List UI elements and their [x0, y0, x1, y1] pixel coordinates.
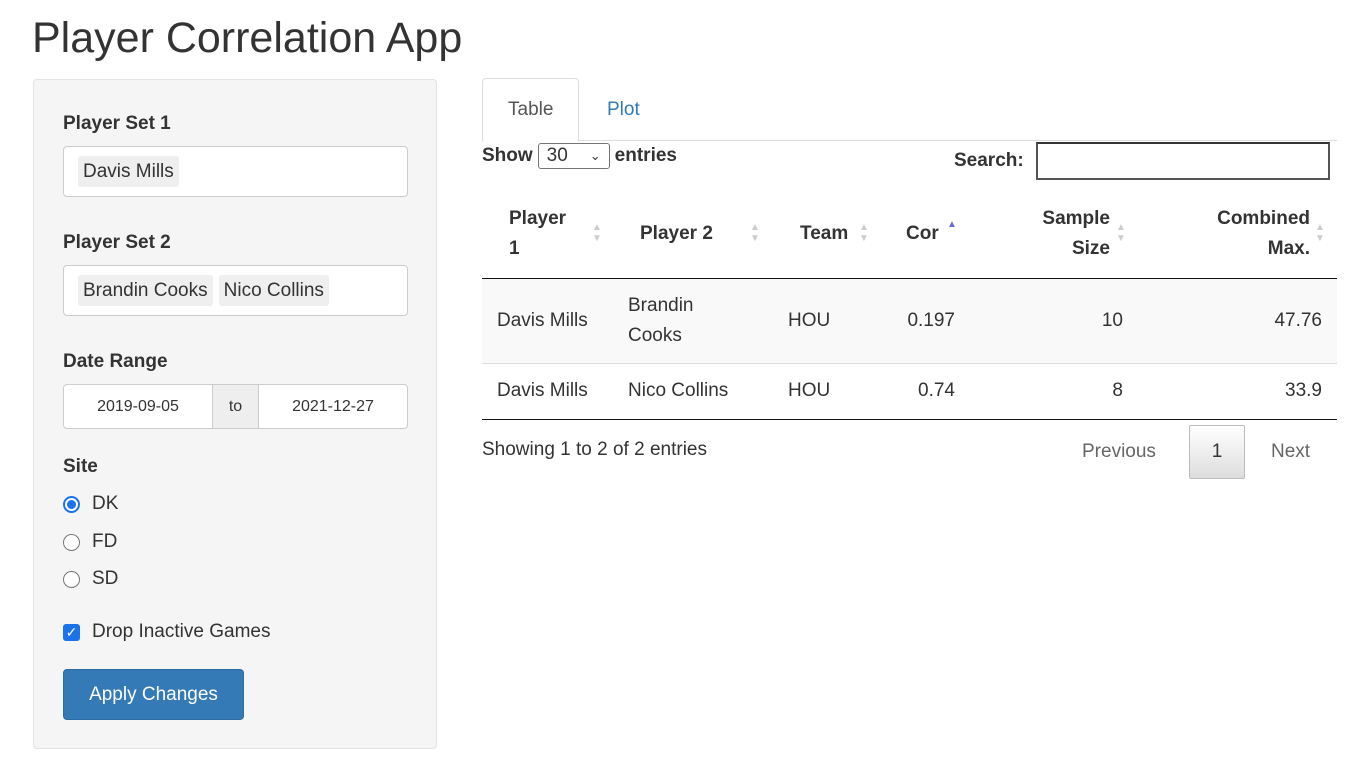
selected-player-chip[interactable]: Davis Mills: [78, 156, 179, 187]
date-range-label: Date Range: [63, 351, 168, 372]
sort-ascending-icon: ▲: [947, 219, 957, 230]
next-page-button[interactable]: Next: [1271, 425, 1310, 479]
header-label: Player 1: [509, 207, 567, 259]
tab-plot[interactable]: Plot: [582, 78, 665, 141]
header-label: Sample Size: [1042, 207, 1110, 259]
drop-inactive-checkbox[interactable]: ✓ Drop Inactive Games: [63, 621, 270, 643]
page-length-select[interactable]: 30 ⌄: [537, 143, 610, 169]
column-header-cor[interactable]: Cor ▲: [880, 190, 970, 279]
search-label: Search:: [954, 150, 1024, 171]
selected-player-chip[interactable]: Nico Collins: [218, 275, 329, 306]
radio-checked-icon[interactable]: [63, 495, 80, 513]
cell-combined-max: 47.76: [1138, 278, 1337, 363]
table-row: Davis Mills Nico Collins HOU 0.74 8 33.9: [482, 362, 1337, 420]
column-header-combined-max[interactable]: Combined Max. ▲ ▼: [1138, 190, 1337, 279]
apply-changes-button[interactable]: Apply Changes: [63, 669, 244, 720]
site-radio-sd[interactable]: SD: [63, 568, 118, 590]
show-label: Show: [482, 145, 533, 166]
search-control: Search:: [954, 142, 1330, 180]
cell-combined-max: 33.9: [1138, 362, 1337, 420]
header-label: Player 2: [640, 222, 713, 244]
entries-label: entries: [614, 145, 677, 166]
tab-bar: Table Plot: [482, 78, 1337, 142]
cell-player-1: Davis Mills: [482, 278, 620, 363]
sidebar-panel: Player Set 1 Davis Mills Player Set 2 Br…: [33, 79, 437, 749]
column-header-team[interactable]: Team ▲ ▼: [770, 190, 880, 279]
radio-unchecked-icon[interactable]: [63, 570, 80, 588]
cell-team: HOU: [770, 362, 880, 420]
search-input[interactable]: [1035, 142, 1330, 180]
sort-both-icon: ▲ ▼: [592, 222, 602, 244]
cell-player-2: Brandin Cooks: [620, 278, 770, 363]
end-date-input[interactable]: 2021-12-27: [259, 385, 407, 428]
player-set-1-label: Player Set 1: [63, 113, 171, 134]
column-header-sample-size[interactable]: Sample Size ▲ ▼: [970, 190, 1138, 279]
sort-both-icon: ▲ ▼: [1315, 222, 1325, 244]
checkbox-checked-icon[interactable]: ✓: [63, 623, 80, 641]
sort-both-icon: ▲ ▼: [859, 222, 869, 244]
cell-team: HOU: [770, 278, 880, 363]
selected-player-chip[interactable]: Brandin Cooks: [78, 275, 213, 306]
header-label: Team: [800, 222, 849, 244]
site-label: Site: [63, 456, 98, 477]
header-label: Combined Max.: [1217, 207, 1310, 259]
page-title: Player Correlation App: [32, 14, 463, 62]
player-set-1-input[interactable]: Davis Mills: [63, 146, 408, 197]
site-radio-dk[interactable]: DK: [63, 493, 118, 515]
cell-sample-size: 8: [970, 362, 1138, 420]
checkbox-label: Drop Inactive Games: [92, 621, 271, 642]
cell-sample-size: 10: [970, 278, 1138, 363]
sort-both-icon: ▲ ▼: [750, 222, 760, 244]
radio-label: FD: [92, 531, 118, 552]
radio-label: SD: [92, 568, 119, 589]
previous-page-button[interactable]: Previous: [1082, 425, 1156, 479]
date-range-separator: to: [212, 385, 259, 428]
cell-cor: 0.74: [880, 362, 970, 420]
page-length-control: Show 30 ⌄ entries: [482, 143, 677, 169]
site-radio-fd[interactable]: FD: [63, 531, 117, 553]
table-info: Showing 1 to 2 of 2 entries: [482, 439, 707, 460]
page-1-button[interactable]: 1: [1189, 425, 1245, 479]
column-header-player-1[interactable]: Player 1 ▲ ▼: [482, 190, 620, 279]
sort-both-icon: ▲ ▼: [1116, 222, 1126, 244]
player-set-2-input[interactable]: Brandin Cooks Nico Collins: [63, 265, 408, 316]
player-set-2-label: Player Set 2: [63, 232, 171, 253]
radio-unchecked-icon[interactable]: [63, 533, 80, 551]
table-row: Davis Mills Brandin Cooks HOU 0.197 10 4…: [482, 278, 1337, 363]
tab-table[interactable]: Table: [482, 78, 580, 142]
start-date-input[interactable]: 2019-09-05: [64, 385, 212, 428]
cell-player-1: Davis Mills: [482, 362, 620, 420]
chevron-down-icon: ⌄: [589, 148, 601, 163]
date-range-input: 2019-09-05 to 2021-12-27: [63, 384, 408, 429]
cell-cor: 0.197: [880, 278, 970, 363]
header-label: Cor: [906, 222, 939, 244]
column-header-player-2[interactable]: Player 2 ▲ ▼: [620, 190, 770, 279]
page-length-value: 30: [546, 145, 568, 166]
radio-label: DK: [92, 493, 119, 514]
cell-player-2: Nico Collins: [620, 362, 770, 420]
correlation-table: Player 1 ▲ ▼ Player 2 ▲ ▼ Team ▲ ▼ Cor ▲ Sample…: [482, 190, 1337, 420]
